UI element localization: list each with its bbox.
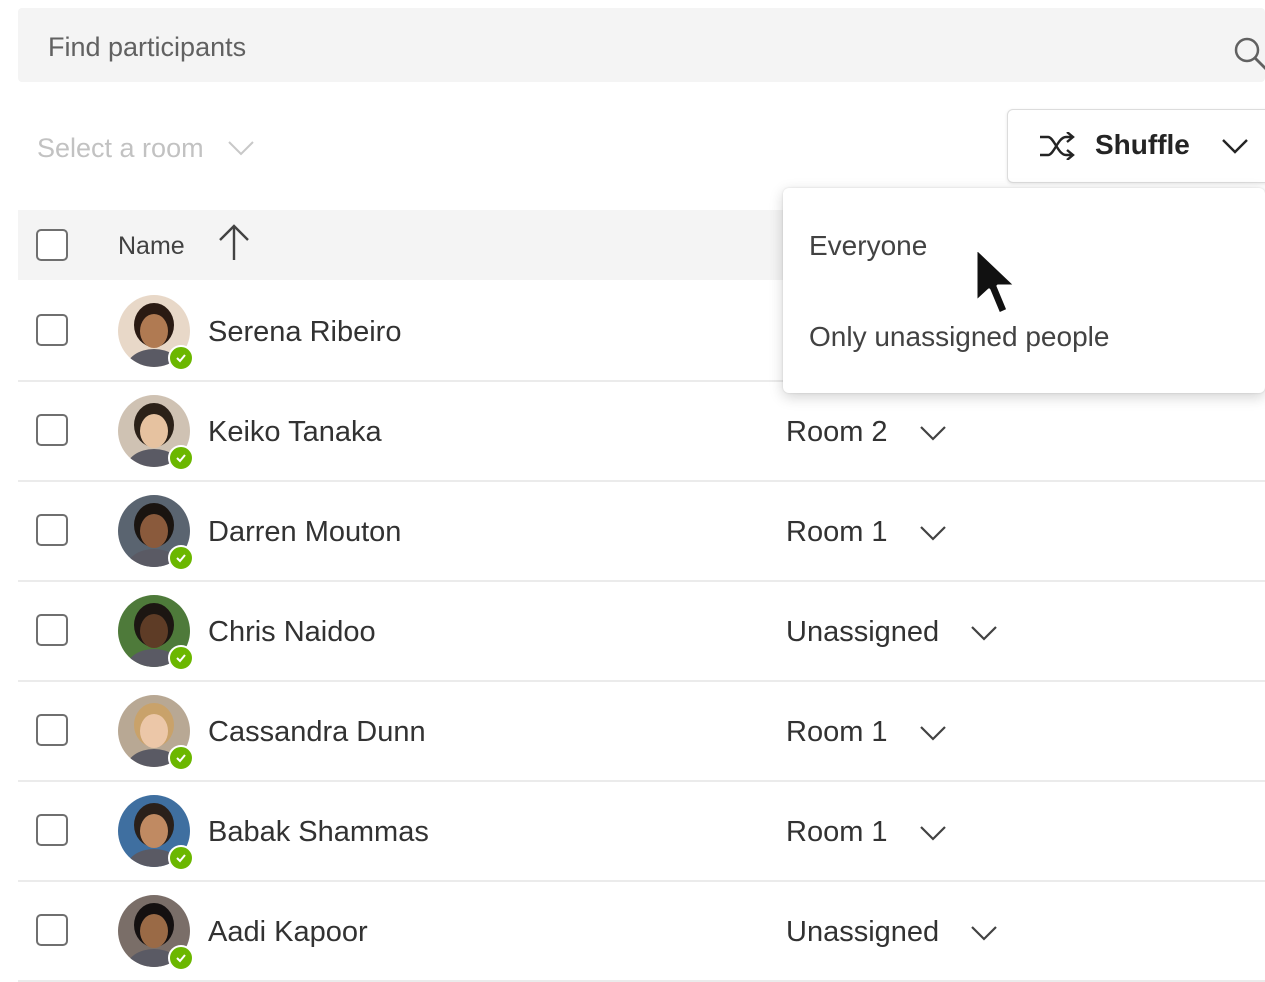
room-assignment-dropdown[interactable]: Unassigned	[786, 616, 999, 649]
chevron-down-icon	[919, 525, 946, 541]
room-assignment-label: Room 1	[786, 716, 888, 748]
chevron-down-icon	[919, 825, 946, 841]
select-all-checkbox[interactable]	[36, 229, 68, 261]
chevron-down-icon	[971, 625, 997, 641]
room-select-label: Select a room	[37, 132, 204, 163]
room-assignment-label: Unassigned	[786, 916, 940, 948]
chevron-down-icon	[227, 141, 254, 156]
chevron-down-icon	[971, 925, 997, 941]
shuffle-button[interactable]: Shuffle	[1007, 109, 1265, 183]
room-assignment-dropdown[interactable]: Room 2	[786, 416, 948, 449]
search-input[interactable]	[46, 28, 1190, 66]
sort-ascending-icon[interactable]	[216, 222, 252, 262]
row-checkbox[interactable]	[36, 814, 68, 846]
room-assignment-dropdown[interactable]: Unassigned	[786, 916, 999, 949]
table-row[interactable]: Darren Mouton Room 1	[18, 482, 1265, 582]
row-checkbox[interactable]	[36, 714, 68, 746]
row-checkbox[interactable]	[36, 614, 68, 646]
participant-name: Cassandra Dunn	[208, 716, 426, 748]
room-select-dropdown[interactable]: Select a room	[37, 126, 256, 170]
presence-available-icon	[168, 445, 194, 471]
participant-name: Keiko Tanaka	[208, 416, 382, 448]
chevron-down-icon	[919, 725, 946, 741]
column-header-name[interactable]: Name	[118, 232, 185, 261]
presence-available-icon	[168, 345, 194, 371]
shuffle-menu: Everyone Only unassigned people	[783, 188, 1265, 393]
menu-item-only-unassigned[interactable]: Only unassigned people	[809, 321, 1109, 353]
presence-available-icon	[168, 945, 194, 971]
row-checkbox[interactable]	[36, 314, 68, 346]
table-row[interactable]: Chris Naidoo Unassigned	[18, 582, 1265, 682]
mouse-pointer-icon	[974, 246, 1018, 316]
row-checkbox[interactable]	[36, 914, 68, 946]
shuffle-label: Shuffle	[1095, 129, 1190, 160]
search-icon[interactable]	[1231, 34, 1265, 74]
participant-name: Aadi Kapoor	[208, 916, 368, 948]
presence-available-icon	[168, 645, 194, 671]
table-row[interactable]: Aadi Kapoor Unassigned	[18, 882, 1265, 982]
presence-available-icon	[168, 745, 194, 771]
table-row[interactable]: Keiko Tanaka Room 2	[18, 382, 1265, 482]
participant-name: Babak Shammas	[208, 816, 429, 848]
row-checkbox[interactable]	[36, 414, 68, 446]
room-assignment-label: Room 2	[786, 416, 888, 448]
table-row[interactable]: Babak Shammas Room 1	[18, 782, 1265, 882]
presence-available-icon	[168, 845, 194, 871]
chevron-down-icon	[919, 425, 946, 441]
room-assignment-label: Room 1	[786, 816, 888, 848]
room-assignment-label: Room 1	[786, 516, 888, 548]
participant-name: Chris Naidoo	[208, 616, 376, 648]
participant-name: Darren Mouton	[208, 516, 402, 548]
room-assignment-dropdown[interactable]: Room 1	[786, 816, 948, 849]
presence-available-icon	[168, 545, 194, 571]
search-box[interactable]	[18, 8, 1265, 82]
menu-item-everyone[interactable]: Everyone	[809, 230, 927, 262]
table-row[interactable]: Cassandra Dunn Room 1	[18, 682, 1265, 782]
room-assignment-dropdown[interactable]: Room 1	[786, 516, 948, 549]
shuffle-icon	[1040, 132, 1075, 160]
room-assignment-dropdown[interactable]: Room 1	[786, 716, 948, 749]
chevron-down-icon	[1222, 139, 1248, 154]
participant-name: Serena Ribeiro	[208, 316, 402, 348]
room-assignment-label: Unassigned	[786, 616, 940, 648]
row-checkbox[interactable]	[36, 514, 68, 546]
